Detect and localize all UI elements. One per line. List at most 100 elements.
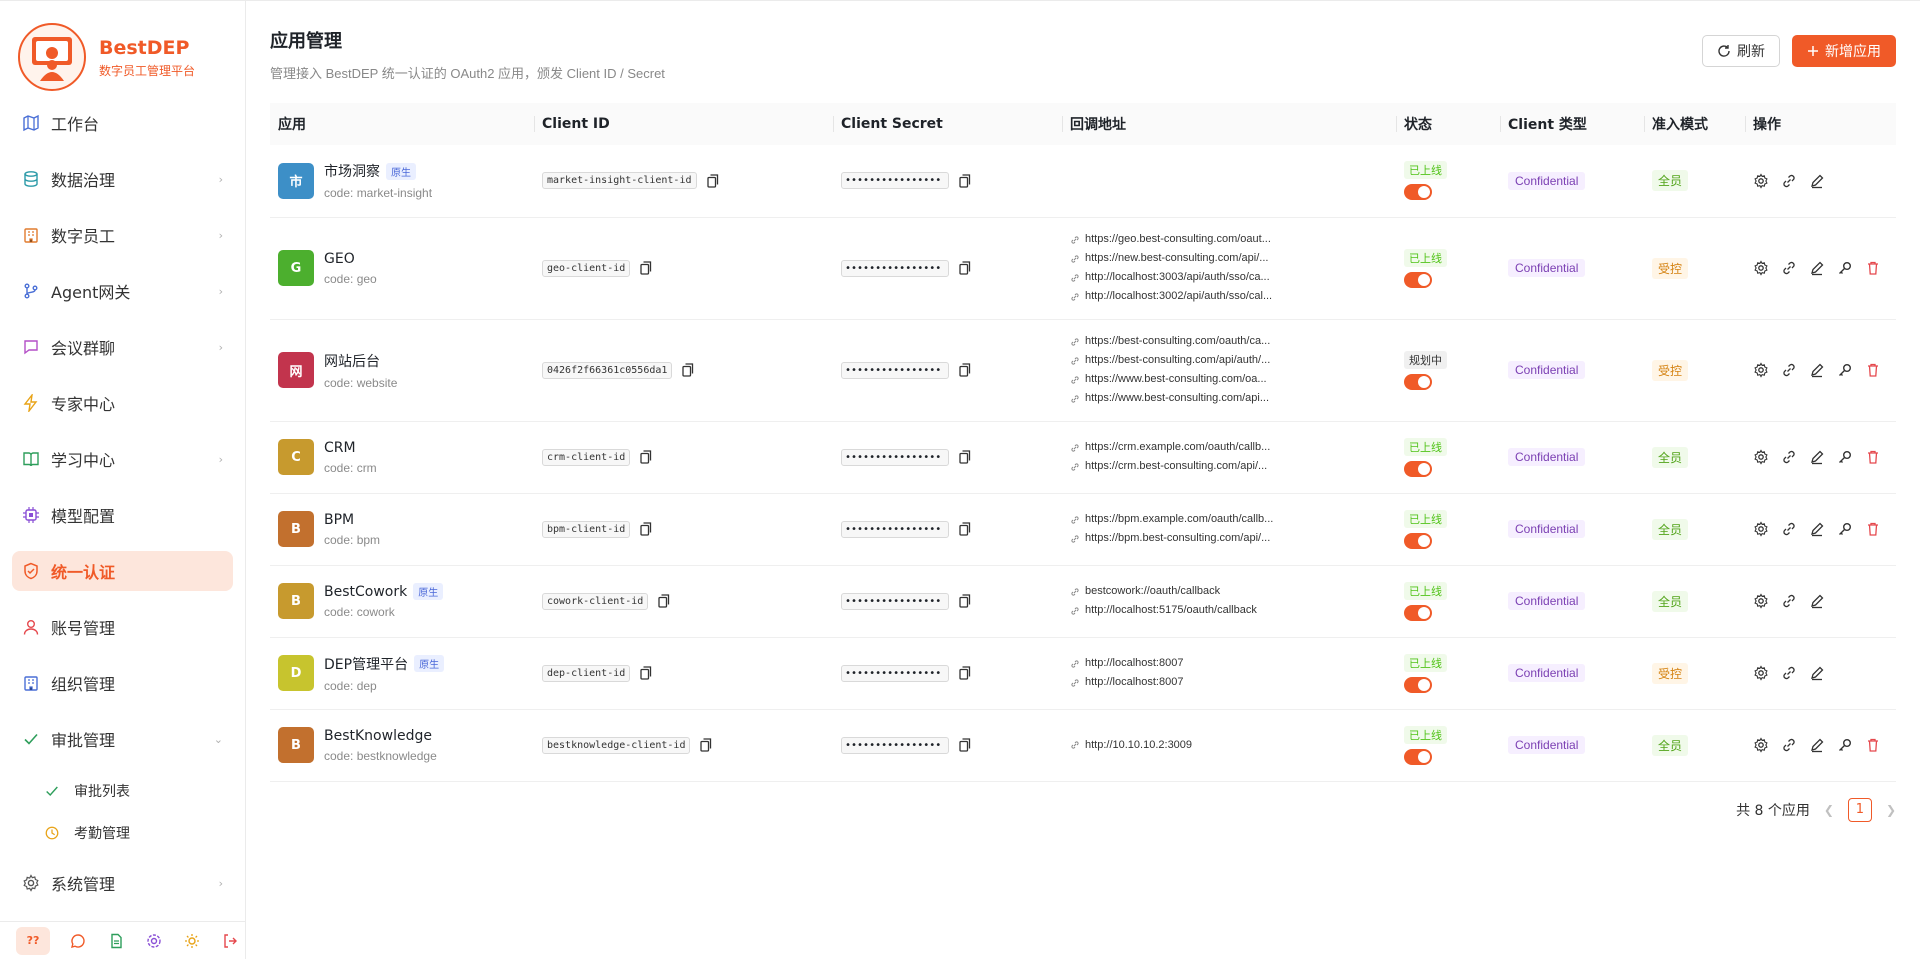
add-app-button[interactable]: 新增应用 [1792, 35, 1896, 67]
chat-icon[interactable] [68, 931, 88, 951]
document-icon[interactable] [106, 931, 126, 951]
status-toggle[interactable] [1404, 184, 1432, 201]
client-id-value: bpm-client-id [542, 520, 631, 538]
copy-icon[interactable] [959, 522, 973, 536]
link-icon[interactable] [1781, 173, 1797, 189]
sidebar-item-5[interactable]: 专家中心 [12, 383, 233, 423]
settings-icon[interactable] [1753, 362, 1769, 378]
sidebar-item-8[interactable]: 统一认证 [12, 551, 233, 591]
delete-icon[interactable] [1865, 737, 1881, 753]
callback-url: https://bpm.best-consulting.com/api/... [1070, 529, 1396, 548]
logout-icon[interactable] [220, 931, 240, 951]
copy-icon[interactable] [658, 594, 672, 608]
sidebar-item-0[interactable]: 工作台 [12, 103, 233, 143]
sidebar-item-4[interactable]: 会议群聊 › [12, 327, 233, 367]
sidebar-item-10[interactable]: 组织管理 [12, 663, 233, 703]
link-icon[interactable] [1781, 260, 1797, 276]
copy-icon[interactable] [959, 174, 973, 188]
status-toggle[interactable] [1404, 604, 1432, 621]
key-icon[interactable] [1837, 737, 1853, 753]
copy-icon[interactable] [682, 363, 696, 377]
settings-icon[interactable] [1753, 260, 1769, 276]
edit-icon[interactable] [1809, 260, 1825, 276]
sidebar-item-6[interactable]: 学习中心 › [12, 439, 233, 479]
copy-icon[interactable] [959, 261, 973, 275]
link-icon[interactable] [1781, 449, 1797, 465]
sidebar-subitem-1[interactable]: 考勤管理 [44, 817, 233, 849]
callback-url: https://crm.example.com/oauth/callb... [1070, 438, 1396, 457]
sidebar-item-3[interactable]: Agent网关 › [12, 271, 233, 311]
link-icon[interactable] [1781, 665, 1797, 681]
settings-icon[interactable] [1753, 737, 1769, 753]
copy-icon[interactable] [959, 594, 973, 608]
sun-icon[interactable] [182, 931, 202, 951]
key-icon[interactable] [1837, 362, 1853, 378]
column-header: 应用 [278, 117, 306, 133]
refresh-button[interactable]: 刷新 [1702, 35, 1780, 67]
app-code: code: market-insight [324, 186, 433, 201]
settings-icon[interactable] [1753, 593, 1769, 609]
copy-icon[interactable] [640, 522, 654, 536]
status-toggle[interactable] [1404, 748, 1432, 765]
prev-page-button[interactable]: ❮ [1824, 803, 1834, 817]
copy-icon[interactable] [640, 450, 654, 464]
sidebar-item-11[interactable]: 审批管理 ⌄ [12, 719, 233, 759]
link-icon[interactable] [1781, 593, 1797, 609]
copy-icon[interactable] [959, 666, 973, 680]
settings-icon[interactable] [144, 931, 164, 951]
delete-icon[interactable] [1865, 260, 1881, 276]
delete-icon[interactable] [1865, 449, 1881, 465]
copy-icon[interactable] [959, 450, 973, 464]
callback-url: https://www.best-consulting.com/api... [1070, 389, 1396, 408]
link-icon[interactable] [1781, 737, 1797, 753]
settings-icon[interactable] [1753, 665, 1769, 681]
sidebar-subitem-0[interactable]: 审批列表 [44, 775, 233, 807]
status-toggle[interactable] [1404, 271, 1432, 288]
brand[interactable]: BestDEP 数字员工管理平台 [0, 1, 245, 93]
copy-icon[interactable] [640, 666, 654, 680]
client-type-badge: Confidential [1508, 520, 1586, 538]
client-type-badge: Confidential [1508, 259, 1586, 277]
copy-icon[interactable] [959, 363, 973, 377]
edit-icon[interactable] [1809, 593, 1825, 609]
sidebar-item-1[interactable]: 数据治理 › [12, 159, 233, 199]
link-icon[interactable] [1781, 362, 1797, 378]
link-icon[interactable] [1781, 521, 1797, 537]
settings-icon[interactable] [1753, 173, 1769, 189]
copy-icon[interactable] [959, 738, 973, 752]
copy-icon[interactable] [700, 738, 714, 752]
native-badge: 原生 [386, 162, 416, 180]
key-icon[interactable] [1837, 521, 1853, 537]
delete-icon[interactable] [1865, 521, 1881, 537]
settings-icon[interactable] [1753, 449, 1769, 465]
delete-icon[interactable] [1865, 362, 1881, 378]
page-number-button[interactable]: 1 [1847, 797, 1872, 822]
help-button[interactable]: ?? [16, 926, 50, 955]
edit-icon[interactable] [1809, 173, 1825, 189]
copy-icon[interactable] [706, 174, 721, 188]
copy-icon[interactable] [640, 261, 654, 275]
column-header: 准入模式 [1644, 103, 1745, 145]
status-toggle[interactable] [1404, 676, 1432, 693]
edit-icon[interactable] [1809, 449, 1825, 465]
sidebar-item-9[interactable]: 账号管理 [12, 607, 233, 647]
status-toggle[interactable] [1404, 532, 1432, 549]
next-page-button[interactable]: ❯ [1886, 803, 1896, 817]
chevron-right-icon: › [218, 172, 223, 186]
edit-icon[interactable] [1809, 665, 1825, 681]
settings-icon[interactable] [1753, 521, 1769, 537]
callback-url: https://bpm.example.com/oauth/callb... [1070, 510, 1396, 529]
sidebar-item-system[interactable]: 系统管理 › [12, 863, 233, 903]
edit-icon[interactable] [1809, 362, 1825, 378]
app-name: BestCowork [324, 583, 408, 600]
status-toggle[interactable] [1404, 460, 1432, 477]
key-icon[interactable] [1837, 449, 1853, 465]
status-toggle[interactable] [1404, 373, 1432, 390]
key-icon[interactable] [1837, 260, 1853, 276]
client-id-value: dep-client-id [542, 664, 631, 682]
table-row: 市市场洞察 原生 code: market-insight market-insigh… [270, 145, 1896, 218]
edit-icon[interactable] [1809, 737, 1825, 753]
sidebar-item-2[interactable]: 数字员工 › [12, 215, 233, 255]
edit-icon[interactable] [1809, 521, 1825, 537]
sidebar-item-7[interactable]: 模型配置 [12, 495, 233, 535]
